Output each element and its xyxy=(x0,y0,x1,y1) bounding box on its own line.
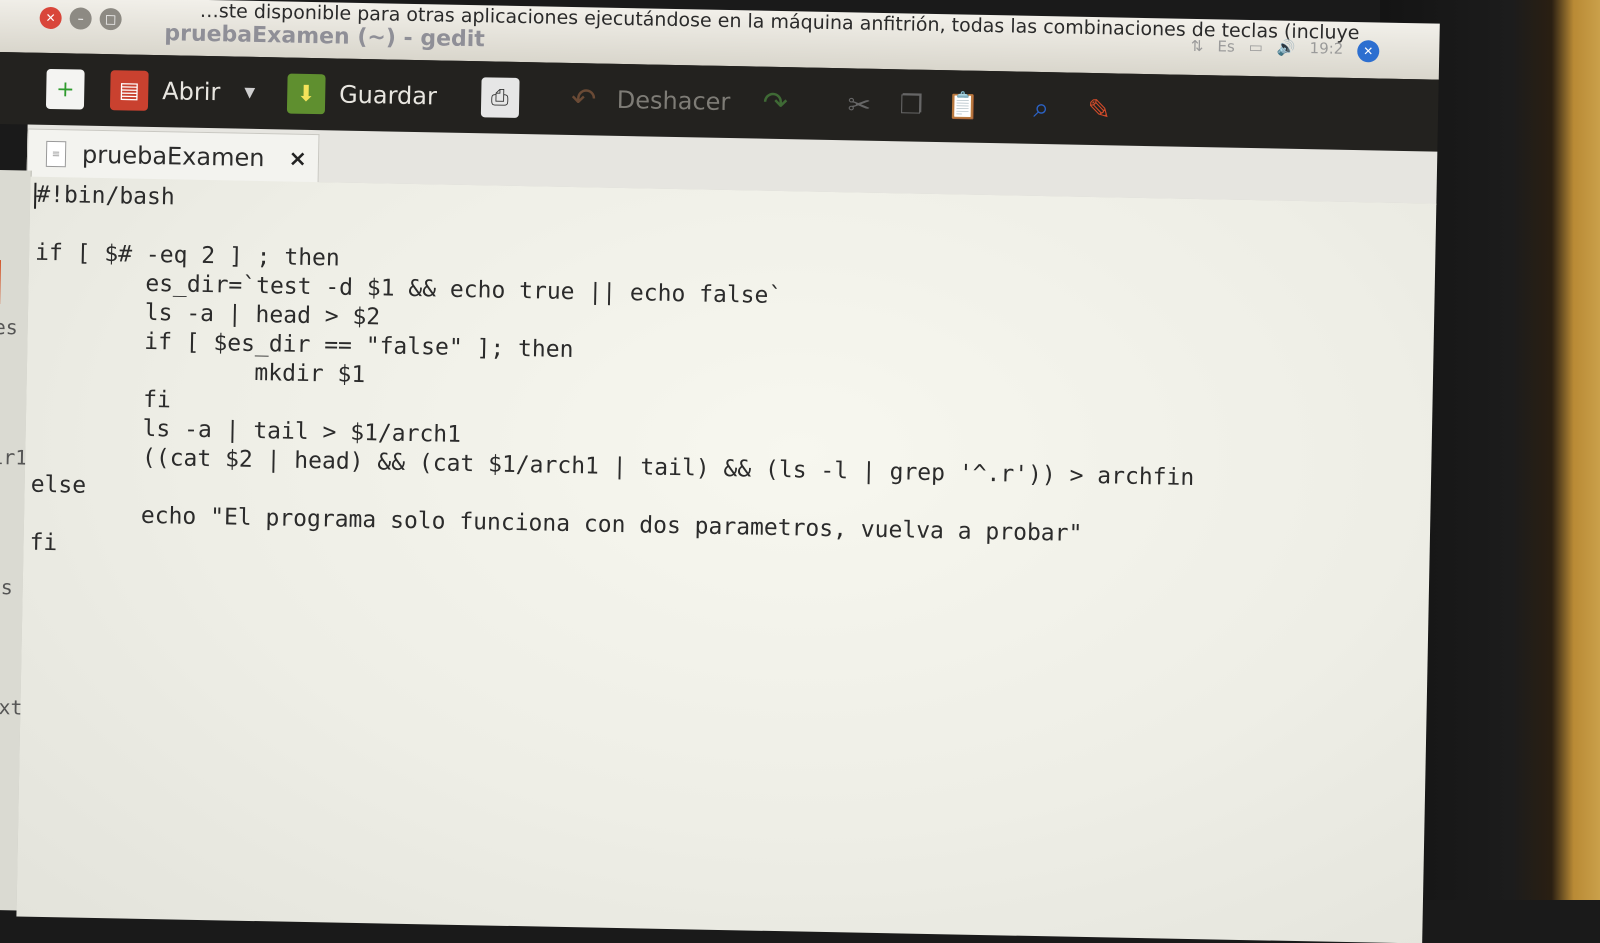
clock[interactable]: 19:2 xyxy=(1309,39,1343,62)
print-button[interactable]: ⎙ xyxy=(436,76,520,118)
new-document-icon: + xyxy=(45,68,85,110)
close-window-button[interactable]: ✕ xyxy=(39,6,62,30)
open-label: Abrir xyxy=(162,77,221,107)
keyboard-layout-indicator[interactable]: Es xyxy=(1217,37,1235,59)
undo-label: Deshacer xyxy=(616,85,731,117)
system-tray: ⇅ Es ▭ 🔊 19:2 ✕ xyxy=(1191,37,1380,63)
vm-capture-icon[interactable]: ✕ xyxy=(1357,40,1380,63)
paste-button[interactable]: 📋 xyxy=(930,86,983,127)
copy-button[interactable]: ❐ xyxy=(878,85,931,126)
copy-icon: ❐ xyxy=(899,90,924,121)
close-tab-icon[interactable]: × xyxy=(288,146,307,171)
gedit-window: ✕ – □ …ste disponible para otras aplicac… xyxy=(0,0,1440,943)
folder-open-icon: ▤ xyxy=(109,70,149,111)
redo-icon: ↷ xyxy=(762,85,789,121)
undo-button[interactable]: ↶ Deshacer xyxy=(518,78,731,122)
window-controls: ✕ – □ xyxy=(39,6,122,31)
find-button[interactable]: ⌕ xyxy=(982,87,1061,128)
battery-icon[interactable]: ▭ xyxy=(1249,38,1264,60)
search-icon: ⌕ xyxy=(1033,90,1050,125)
save-icon: ⬇ xyxy=(286,73,326,115)
volume-icon[interactable]: 🔊 xyxy=(1277,39,1296,61)
tab-label: pruebaExamen xyxy=(81,140,265,173)
text-editor[interactable]: #!bin/bash if [ $# -eq 2 ] ; then es_dir… xyxy=(16,176,1437,943)
window-title: pruebaExamen (~) - gedit xyxy=(164,21,486,53)
chevron-down-icon[interactable]: ▼ xyxy=(244,85,255,101)
cut-button[interactable]: ✂ xyxy=(794,83,879,125)
side-panel-item[interactable]: es xyxy=(0,315,18,339)
maximize-window-button[interactable]: □ xyxy=(99,7,122,31)
save-label: Guardar xyxy=(338,80,438,111)
paste-icon: 📋 xyxy=(946,91,980,122)
minimize-window-button[interactable]: – xyxy=(69,7,92,30)
code-content[interactable]: #!bin/bash if [ $# -eq 2 ] ; then es_dir… xyxy=(29,181,1199,580)
replace-button[interactable]: ✎ xyxy=(1060,88,1119,129)
network-icon[interactable]: ⇅ xyxy=(1191,37,1204,59)
new-button[interactable]: + xyxy=(0,68,85,110)
open-button[interactable]: ▤ Abrir ▼ xyxy=(84,70,256,113)
printer-icon: ⎙ xyxy=(480,77,520,118)
find-replace-icon: ✎ xyxy=(1087,92,1112,126)
tab-pruebaExamen[interactable]: ≡ pruebaExamen × xyxy=(26,128,320,184)
text-file-icon: ≡ xyxy=(45,140,67,168)
scissors-icon: ✂ xyxy=(847,87,872,122)
side-panel-marker xyxy=(0,259,2,305)
side-panel-item[interactable]: ir1 xyxy=(0,445,28,470)
side-panel-item[interactable]: os xyxy=(0,575,13,599)
undo-icon: ↶ xyxy=(570,81,597,117)
save-button[interactable]: ⬇ Guardar xyxy=(255,73,438,116)
redo-button[interactable]: ↷ xyxy=(730,82,795,123)
